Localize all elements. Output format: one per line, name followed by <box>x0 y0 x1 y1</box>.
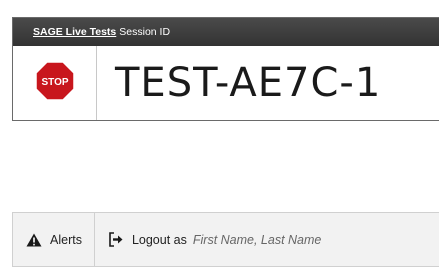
session-header: SAGE Live Tests Session ID <box>13 18 439 46</box>
alerts-label: Alerts <box>50 232 82 247</box>
logout-button[interactable]: Logout as First Name, Last Name <box>95 213 334 266</box>
logout-name-placeholder: First Name, Last Name <box>192 232 322 247</box>
sage-live-tests-link[interactable]: SAGE Live Tests <box>33 26 116 38</box>
stop-sign-icon: STOP <box>34 60 75 106</box>
alerts-button[interactable]: Alerts <box>13 213 95 266</box>
logout-icon <box>108 232 124 247</box>
session-id-label: Session ID <box>119 26 171 38</box>
session-panel: SAGE Live Tests Session ID STOP TEST-AE7… <box>12 17 439 121</box>
stop-sign-text: STOP <box>41 77 68 88</box>
session-body: STOP TEST-AE7C-1 <box>13 46 439 120</box>
stop-cell: STOP <box>13 46 97 120</box>
page: SAGE Live Tests Session ID STOP TEST-AE7… <box>0 0 439 275</box>
logout-label: Logout as <box>131 232 187 247</box>
session-id-value: TEST-AE7C-1 <box>115 60 382 106</box>
warning-icon <box>26 233 42 247</box>
toolbar: Alerts Logout as First Name, Last Name <box>12 212 439 267</box>
